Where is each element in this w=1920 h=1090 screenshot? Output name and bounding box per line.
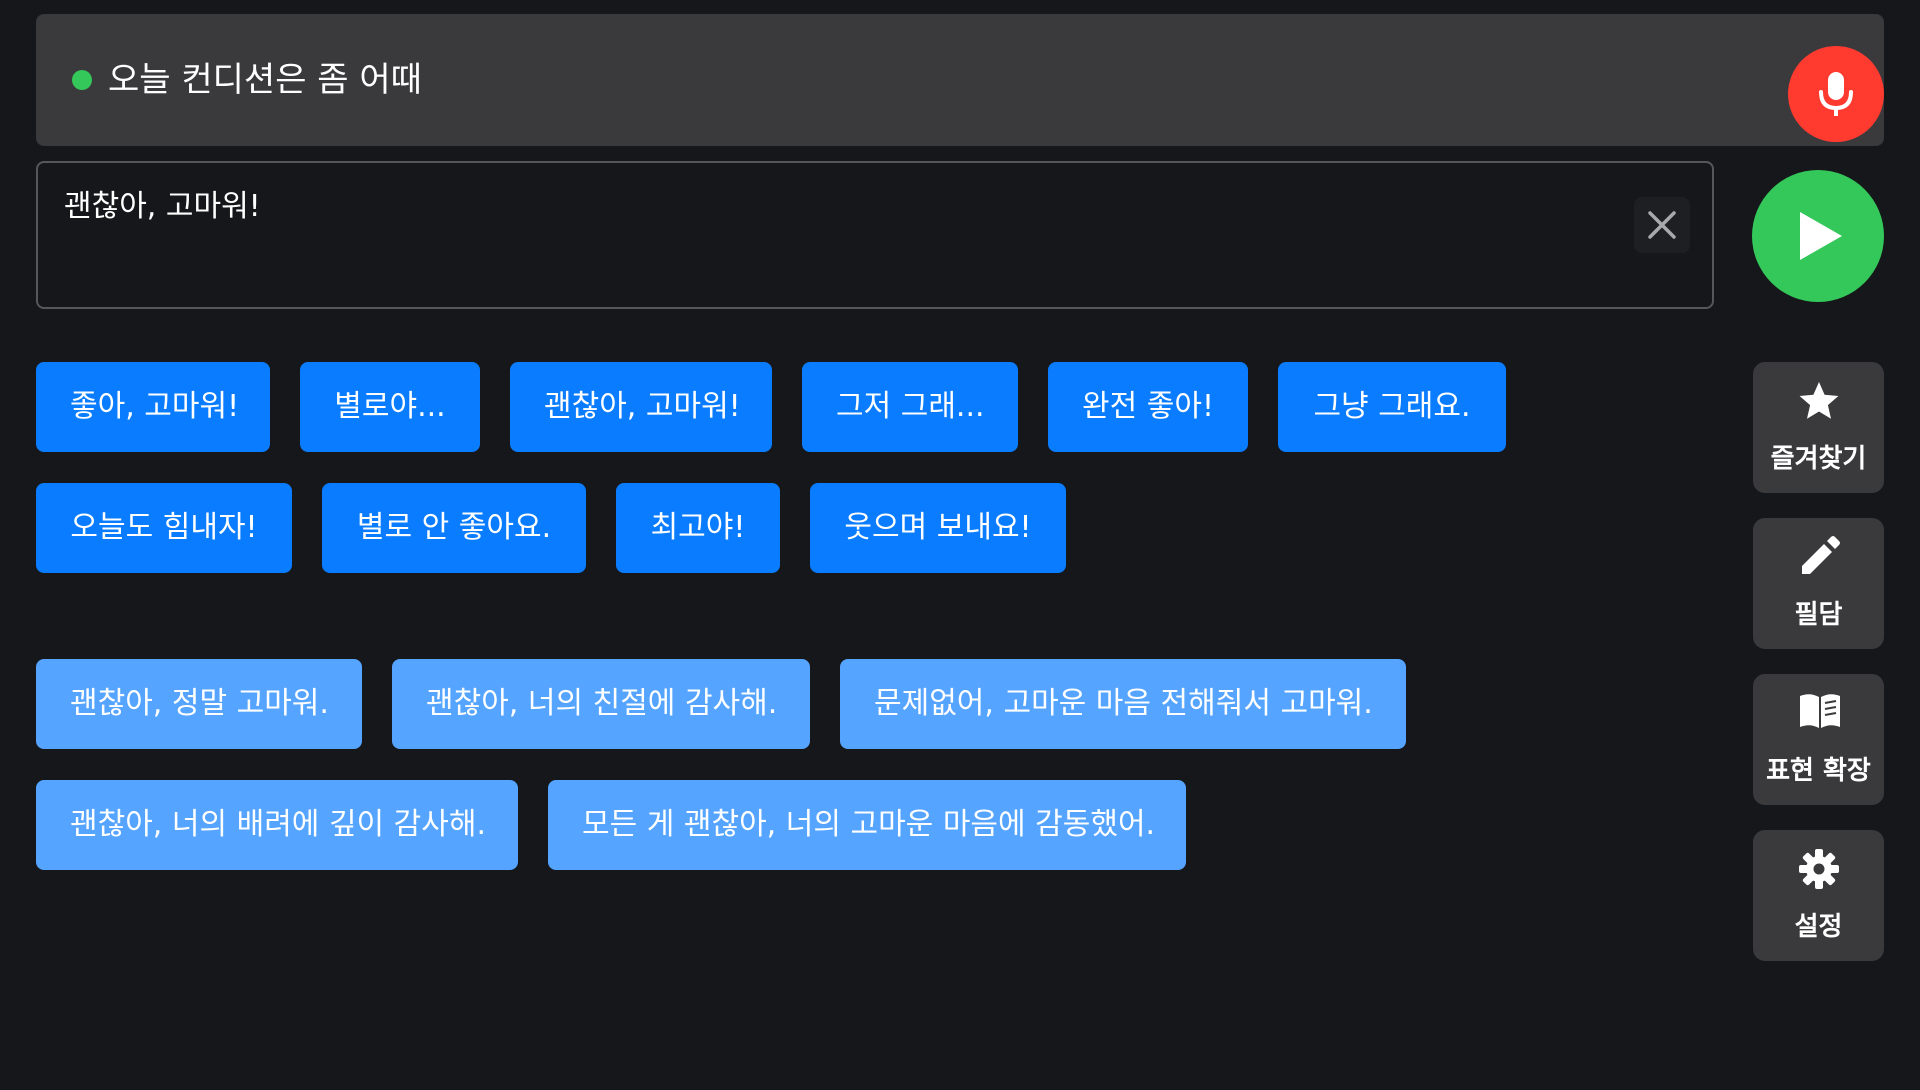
response-chip[interactable]: 별로 안 좋아요. [322, 483, 586, 573]
listening-status-indicator [72, 70, 92, 90]
gear-icon [1799, 849, 1839, 889]
expansion-chip[interactable]: 문제없어, 고마운 마음 전해줘서 고마워. [840, 659, 1406, 749]
favorites-label: 즐겨찾기 [1770, 444, 1867, 474]
expansion-chip[interactable]: 괜찮아, 너의 배려에 깊이 감사해. [36, 780, 518, 870]
book-icon [1800, 694, 1840, 728]
response-chip[interactable]: 그저 그래... [802, 362, 1018, 452]
microphone-button[interactable] [1788, 46, 1884, 142]
response-chip[interactable]: 웃으며 보내요! [810, 483, 1066, 573]
play-icon [1800, 212, 1842, 260]
star-icon [1799, 382, 1839, 419]
writing-label: 필담 [1794, 600, 1843, 630]
writing-button[interactable]: 필담 [1753, 518, 1884, 649]
expand-expression-label: 표현 확장 [1766, 756, 1871, 786]
expansion-chip[interactable]: 괜찮아, 너의 친절에 감사해. [392, 659, 810, 749]
response-chip[interactable]: 괜찮아, 고마워! [510, 362, 772, 452]
settings-button[interactable]: 설정 [1753, 830, 1884, 961]
message-input-value[interactable]: 괜찮아, 고마워! [64, 185, 261, 229]
message-input[interactable]: 괜찮아, 고마워! [36, 161, 1714, 309]
microphone-icon [1819, 72, 1853, 116]
response-chip[interactable]: 좋아, 고마워! [36, 362, 270, 452]
response-chip[interactable]: 완전 좋아! [1048, 362, 1248, 452]
clear-input-button[interactable] [1634, 197, 1690, 253]
response-chip[interactable]: 별로야... [300, 362, 480, 452]
settings-label: 설정 [1794, 912, 1843, 942]
expansion-chip[interactable]: 모든 게 괜찮아, 너의 고마운 마음에 감동했어. [548, 780, 1186, 870]
heard-speech-text: 오늘 컨디션은 좀 어때 [108, 60, 422, 100]
favorites-button[interactable]: 즐겨찾기 [1753, 362, 1884, 493]
close-icon [1648, 211, 1676, 239]
pencil-icon [1802, 536, 1840, 574]
heard-speech-bar: 오늘 컨디션은 좀 어때 [36, 14, 1884, 146]
app-screen: 오늘 컨디션은 좀 어때 괜찮아, 고마워! 좋아, 고마워! 별로야... 괜… [0, 0, 1920, 1090]
response-chip[interactable]: 최고야! [616, 483, 780, 573]
response-chip[interactable]: 오늘도 힘내자! [36, 483, 292, 573]
expand-expression-button[interactable]: 표현 확장 [1753, 674, 1884, 805]
expansion-chip[interactable]: 괜찮아, 정말 고마워. [36, 659, 362, 749]
speak-play-button[interactable] [1752, 170, 1884, 302]
response-chip[interactable]: 그냥 그래요. [1278, 362, 1506, 452]
